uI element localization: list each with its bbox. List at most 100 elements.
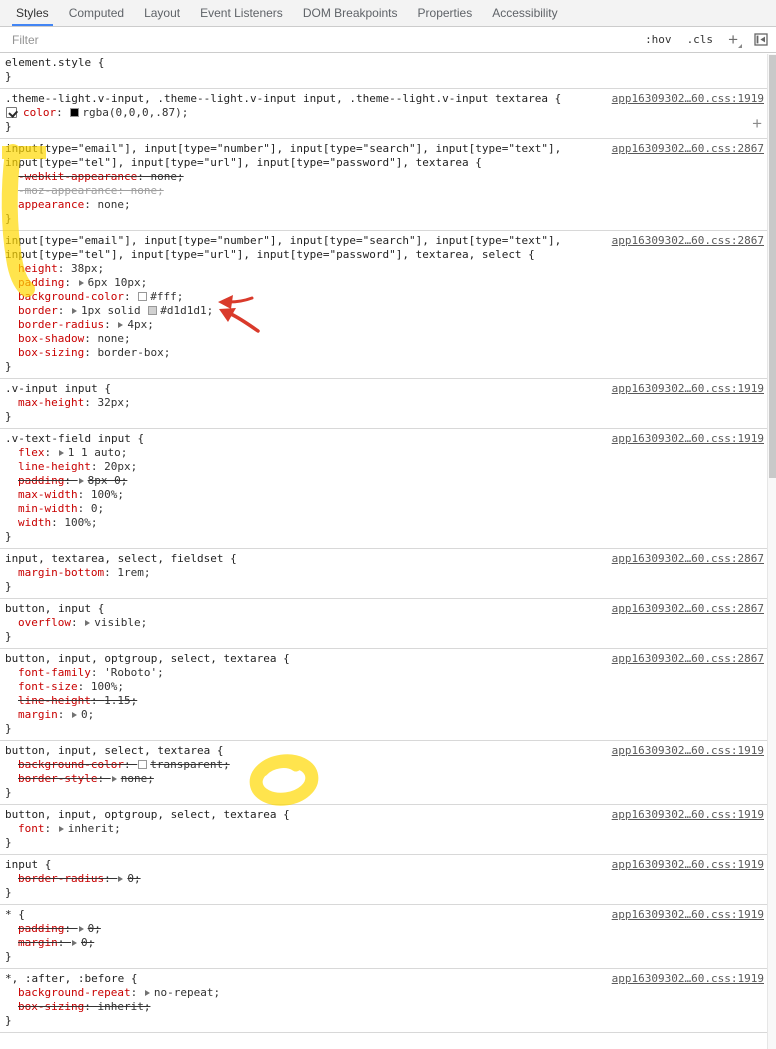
element-classes-toggle-button[interactable]: .cls <box>687 33 714 46</box>
css-property-row[interactable]: margin: 0; <box>5 708 776 722</box>
css-property-row[interactable]: font-family: 'Roboto'; <box>5 666 776 680</box>
tab-layout[interactable]: Layout <box>134 0 190 26</box>
stylesheet-source-link[interactable]: app16309302…60.css:2867 <box>612 602 764 616</box>
css-property[interactable]: line-height: 20px; <box>18 460 137 473</box>
expand-shorthand-icon[interactable] <box>78 280 84 286</box>
css-property[interactable]: max-width: 100%; <box>18 488 124 501</box>
css-property[interactable]: box-sizing: inherit; <box>18 1000 150 1013</box>
stylesheet-source-link[interactable]: app16309302…60.css:2867 <box>612 234 764 248</box>
expand-shorthand-icon[interactable] <box>72 940 77 946</box>
css-property-row[interactable]: background-color: transparent; <box>5 758 776 772</box>
css-property[interactable]: font: inherit; <box>18 822 121 835</box>
color-swatch[interactable] <box>138 292 148 301</box>
css-property[interactable]: line-height: 1.15; <box>18 694 137 707</box>
css-property-row[interactable]: background-color: #fff; <box>5 290 776 304</box>
stylesheet-source-link[interactable]: app16309302…60.css:2867 <box>612 652 764 666</box>
css-property-row[interactable]: box-sizing: inherit; <box>5 1000 776 1014</box>
expand-shorthand-icon[interactable] <box>78 926 84 932</box>
expand-shorthand-icon[interactable] <box>78 478 84 484</box>
css-property-row[interactable]: margin-bottom: 1rem; <box>5 566 776 580</box>
stylesheet-source-link[interactable]: app16309302…60.css:2867 <box>612 142 764 156</box>
css-property-row[interactable]: border-radius: 4px; <box>5 318 776 332</box>
color-swatch[interactable] <box>70 108 80 117</box>
expand-shorthand-icon[interactable] <box>72 308 77 314</box>
css-property-row[interactable]: width: 100%; <box>5 516 776 530</box>
css-property[interactable]: background-repeat: no-repeat; <box>18 986 220 999</box>
css-property[interactable]: font-family: 'Roboto'; <box>18 666 164 679</box>
css-property[interactable]: box-shadow: none; <box>18 332 131 345</box>
css-property-row[interactable]: border: 1px solid #d1d1d1; <box>5 304 776 318</box>
tab-computed[interactable]: Computed <box>59 0 134 26</box>
stylesheet-source-link[interactable]: app16309302…60.css:1919 <box>612 432 764 446</box>
css-property-row[interactable]: font-size: 100%; <box>5 680 776 694</box>
css-property[interactable]: min-width: 0; <box>18 502 104 515</box>
tab-accessibility[interactable]: Accessibility <box>482 0 567 26</box>
stylesheet-source-link[interactable]: app16309302…60.css:1919 <box>612 808 764 822</box>
css-property[interactable]: overflow: visible; <box>18 616 147 629</box>
css-property[interactable]: -moz-appearance: none; <box>18 184 164 197</box>
css-property[interactable]: background-color: transparent; <box>18 758 230 771</box>
css-property[interactable]: -webkit-appearance: none; <box>18 170 184 183</box>
css-property-row[interactable]: border-style: none; <box>5 772 776 786</box>
expand-shorthand-icon[interactable] <box>58 826 64 832</box>
expand-shorthand-icon[interactable] <box>118 876 124 882</box>
css-property[interactable]: height: 38px; <box>18 262 104 275</box>
rule-selector[interactable]: input[type="tel"], input[type="url"], in… <box>5 156 776 170</box>
rule-selector[interactable]: element.style { <box>5 56 776 70</box>
vertical-scrollbar-track[interactable] <box>767 54 776 1049</box>
tab-styles[interactable]: Styles <box>6 0 59 26</box>
tab-properties[interactable]: Properties <box>408 0 483 26</box>
css-property[interactable]: max-height: 32px; <box>18 396 131 409</box>
insert-rule-plus-button[interactable]: + <box>752 115 762 132</box>
css-property[interactable]: background-color: #fff; <box>18 290 183 303</box>
css-property[interactable]: margin: 0; <box>18 936 94 949</box>
hide-sidebar-icon[interactable] <box>754 33 768 46</box>
stylesheet-source-link[interactable]: app16309302…60.css:1919 <box>612 858 764 872</box>
css-property-row[interactable]: min-width: 0; <box>5 502 776 516</box>
tab-event-listeners[interactable]: Event Listeners <box>190 0 293 26</box>
expand-shorthand-icon[interactable] <box>118 322 124 328</box>
css-property[interactable]: border-style: none; <box>18 772 154 785</box>
css-property[interactable]: box-sizing: border-box; <box>18 346 170 359</box>
css-property[interactable]: flex: 1 1 auto; <box>18 446 127 459</box>
css-property[interactable]: border-radius: 4px; <box>18 318 154 331</box>
css-property[interactable]: padding: 8px 0; <box>18 474 127 487</box>
css-property-row[interactable]: box-shadow: none; <box>5 332 776 346</box>
stylesheet-source-link[interactable]: app16309302…60.css:1919 <box>612 972 764 986</box>
vertical-scrollbar-thumb[interactable] <box>769 55 776 478</box>
expand-shorthand-icon[interactable] <box>58 450 64 456</box>
css-property[interactable]: width: 100%; <box>18 516 98 529</box>
css-property[interactable]: margin: 0; <box>18 708 94 721</box>
css-property-row[interactable]: padding: 6px 10px; <box>5 276 776 290</box>
css-property[interactable]: border: 1px solid #d1d1d1; <box>18 304 213 317</box>
css-property-row[interactable]: height: 38px; <box>5 262 776 276</box>
filter-input[interactable] <box>10 31 631 48</box>
stylesheet-source-link[interactable]: app16309302…60.css:1919 <box>612 92 764 106</box>
expand-shorthand-icon[interactable] <box>72 712 77 718</box>
new-style-rule-button[interactable]: + <box>728 31 742 48</box>
property-enabled-checkbox[interactable] <box>6 107 17 118</box>
css-property-row[interactable]: overflow: visible; <box>5 616 776 630</box>
css-property-row[interactable]: -moz-appearance: none; <box>5 184 776 198</box>
color-swatch[interactable] <box>148 306 158 315</box>
css-property[interactable]: appearance: none; <box>18 198 131 211</box>
tab-dom-breakpoints[interactable]: DOM Breakpoints <box>293 0 408 26</box>
css-property-row[interactable]: appearance: none; <box>5 198 776 212</box>
css-property[interactable]: font-size: 100%; <box>18 680 124 693</box>
pseudo-state-toggle-button[interactable]: :hov <box>645 33 672 46</box>
css-property-row[interactable]: padding: 8px 0; <box>5 474 776 488</box>
expand-shorthand-icon[interactable] <box>144 990 150 996</box>
rule-selector[interactable]: input[type="tel"], input[type="url"], in… <box>5 248 776 262</box>
css-property[interactable]: color: rgba(0,0,0,.87); <box>23 106 188 119</box>
css-property-row[interactable]: line-height: 1.15; <box>5 694 776 708</box>
css-property-row[interactable]: color: rgba(0,0,0,.87); <box>5 106 776 120</box>
css-property[interactable]: border-radius: 0; <box>18 872 141 885</box>
stylesheet-source-link[interactable]: app16309302…60.css:1919 <box>612 908 764 922</box>
css-property[interactable]: padding: 0; <box>18 922 101 935</box>
css-property-row[interactable]: padding: 0; <box>5 922 776 936</box>
css-property-row[interactable]: max-height: 32px; <box>5 396 776 410</box>
css-property-row[interactable]: -webkit-appearance: none; <box>5 170 776 184</box>
color-swatch[interactable] <box>138 760 148 769</box>
stylesheet-source-link[interactable]: app16309302…60.css:1919 <box>612 744 764 758</box>
css-property[interactable]: padding: 6px 10px; <box>18 276 147 289</box>
